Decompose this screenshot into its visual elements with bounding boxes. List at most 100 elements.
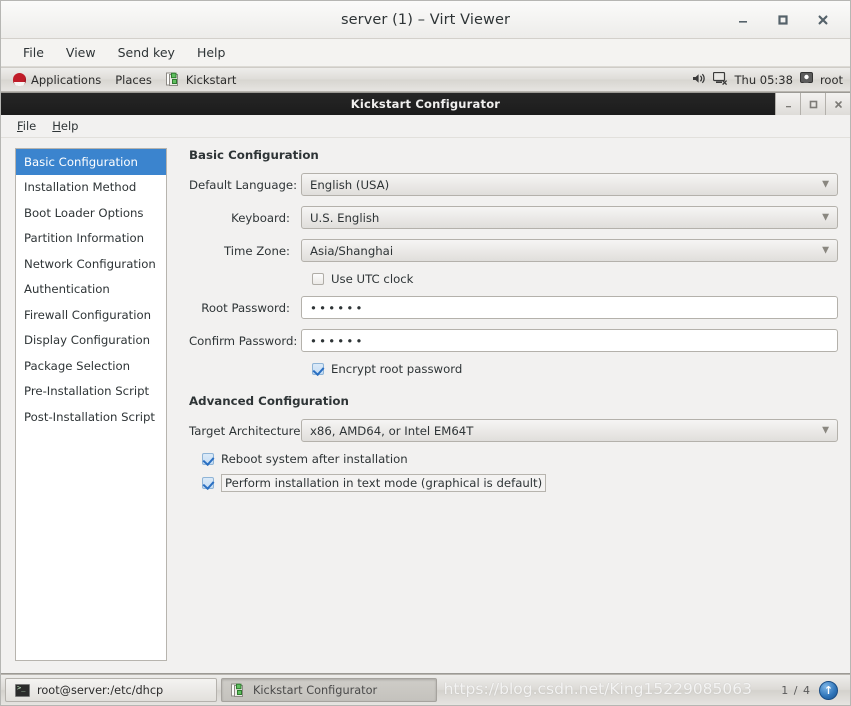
use-utc-clock-row: Use UTC clock [189, 272, 838, 286]
gnome-bottom-panel: root@server:/etc/dhcp Kickstart Configur… [1, 674, 850, 705]
kickstart-menubar: File Help [1, 115, 850, 138]
kickstart-content-pane: Basic Configuration Default Language: En… [183, 148, 838, 661]
sidebar-item-network-configuration[interactable]: Network Configuration [16, 251, 166, 277]
window-list-kickstart-label: Kickstart [185, 72, 237, 87]
terminal-icon [15, 683, 30, 697]
timezone-value: Asia/Shanghai [310, 243, 394, 258]
sidebar-item-authentication[interactable]: Authentication [16, 277, 166, 303]
advanced-configuration-heading: Advanced Configuration [189, 394, 349, 408]
virt-viewer-window-controls [734, 1, 842, 39]
applications-menu-label: Applications [31, 72, 102, 87]
places-menu[interactable]: Places [108, 69, 159, 91]
root-password-input[interactable]: •••••• [301, 296, 838, 319]
kickstart-minimize-icon[interactable] [775, 93, 800, 115]
kickstart-body: Basic Configuration Installation Method … [1, 138, 850, 673]
text-mode-install-checkbox[interactable] [202, 477, 214, 489]
network-icon[interactable] [712, 71, 728, 88]
chevron-down-icon: ▼ [822, 425, 829, 435]
keyboard-row: Keyboard: U.S. English ▼ [189, 206, 838, 229]
sidebar-item-partition-information[interactable]: Partition Information [16, 226, 166, 252]
user-icon[interactable] [799, 71, 813, 88]
kickstart-title: Kickstart Configurator [350, 97, 501, 111]
timezone-label: Time Zone: [223, 243, 290, 258]
default-language-value: English (USA) [310, 177, 390, 192]
timezone-combo[interactable]: Asia/Shanghai ▼ [301, 239, 838, 262]
applications-menu[interactable]: Applications [6, 69, 108, 91]
kickstart-window-controls [775, 93, 850, 115]
places-menu-label: Places [115, 72, 152, 87]
target-architecture-label: Target Architecture: [189, 423, 305, 438]
confirm-password-row: Confirm Password: •••••• [189, 329, 838, 352]
default-language-combo[interactable]: English (USA) ▼ [301, 173, 838, 196]
chevron-down-icon: ▼ [822, 245, 829, 255]
window-list-kickstart[interactable]: Kickstart [159, 69, 244, 91]
sidebar-item-pre-installation-script[interactable]: Pre-Installation Script [16, 379, 166, 405]
default-language-label: Default Language: [189, 177, 298, 192]
virt-viewer-titlebar: server (1) – Virt Viewer [1, 1, 850, 39]
timezone-row: Time Zone: Asia/Shanghai ▼ [189, 239, 838, 262]
root-password-label: Root Password: [201, 300, 290, 315]
kickstart-menu-help-mnemonic: H [52, 119, 61, 133]
chevron-down-icon: ▼ [822, 212, 829, 222]
taskbar-item-kickstart[interactable]: Kickstart Configurator [221, 678, 437, 702]
sidebar-item-basic-configuration[interactable]: Basic Configuration [16, 149, 166, 175]
sidebar-item-post-installation-script[interactable]: Post-Installation Script [16, 404, 166, 430]
guest-screen: Applications Places Kickstart Thu 05:38 … [1, 67, 850, 705]
minimize-icon[interactable] [734, 11, 752, 29]
sidebar-item-firewall-configuration[interactable]: Firewall Configuration [16, 302, 166, 328]
text-mode-install-label: Perform installation in text mode (graph… [221, 474, 547, 492]
taskbar-item-terminal[interactable]: root@server:/etc/dhcp [5, 678, 217, 702]
target-architecture-row: Target Architecture: x86, AMD64, or Inte… [189, 419, 838, 442]
reboot-after-install-label: Reboot system after installation [221, 452, 408, 466]
menu-help[interactable]: Help [186, 42, 237, 63]
menu-view[interactable]: View [55, 42, 107, 63]
virt-viewer-title: server (1) – Virt Viewer [340, 11, 511, 28]
sidebar-item-display-configuration[interactable]: Display Configuration [16, 328, 166, 354]
gnome-top-panel: Applications Places Kickstart Thu 05:38 … [1, 68, 850, 92]
kickstart-icon [165, 72, 181, 87]
confirm-password-input[interactable]: •••••• [301, 329, 838, 352]
maximize-icon[interactable] [774, 11, 792, 29]
keyboard-combo[interactable]: U.S. English ▼ [301, 206, 838, 229]
encrypt-root-password-label: Encrypt root password [331, 362, 463, 376]
volume-icon[interactable] [692, 72, 706, 88]
kickstart-close-icon[interactable] [825, 93, 850, 115]
clock[interactable]: Thu 05:38 [735, 73, 793, 87]
text-mode-install-row: Perform installation in text mode (graph… [189, 474, 838, 492]
sidebar-item-installation-method[interactable]: Installation Method [16, 175, 166, 201]
confirm-password-label: Confirm Password: [189, 333, 298, 348]
sidebar-item-package-selection[interactable]: Package Selection [16, 353, 166, 379]
reboot-after-install-row: Reboot system after installation [189, 452, 838, 466]
user-name[interactable]: root [820, 73, 843, 87]
kickstart-icon [231, 683, 246, 698]
software-update-icon[interactable]: ↑ [819, 680, 838, 700]
kickstart-maximize-icon[interactable] [800, 93, 825, 115]
kickstart-menu-help-rest: elp [60, 119, 79, 133]
basic-configuration-heading: Basic Configuration [189, 148, 319, 162]
keyboard-value: U.S. English [310, 210, 380, 225]
encrypt-root-password-checkbox[interactable] [312, 363, 324, 375]
redhat-icon [13, 73, 26, 86]
reboot-after-install-checkbox[interactable] [202, 453, 214, 465]
panel-right-section: Thu 05:38 root [692, 71, 850, 88]
menu-send-key[interactable]: Send key [107, 42, 186, 63]
keyboard-label: Keyboard: [231, 210, 290, 225]
kickstart-menu-file[interactable]: File [9, 117, 44, 135]
use-utc-clock-label: Use UTC clock [331, 272, 414, 286]
taskbar-item-kickstart-label: Kickstart Configurator [253, 683, 378, 697]
menu-file[interactable]: File [12, 42, 55, 63]
use-utc-clock-checkbox[interactable] [312, 273, 324, 285]
target-architecture-combo[interactable]: x86, AMD64, or Intel EM64T ▼ [301, 419, 838, 442]
virt-viewer-menubar: File View Send key Help [1, 39, 850, 67]
workspace-pager[interactable]: 1 / 4 [781, 684, 811, 697]
encrypt-root-password-row: Encrypt root password [189, 362, 838, 376]
kickstart-menu-help[interactable]: Help [44, 117, 86, 135]
sidebar-item-boot-loader-options[interactable]: Boot Loader Options [16, 200, 166, 226]
panel-left-section: Applications Places Kickstart [1, 68, 243, 91]
taskbar-tray: 1 / 4 ↑ [781, 678, 846, 702]
target-architecture-value: x86, AMD64, or Intel EM64T [310, 423, 474, 438]
kickstart-sidebar[interactable]: Basic Configuration Installation Method … [15, 148, 167, 661]
close-icon[interactable] [814, 11, 832, 29]
kickstart-titlebar: Kickstart Configurator [1, 93, 850, 115]
default-language-row: Default Language: English (USA) ▼ [189, 173, 838, 196]
